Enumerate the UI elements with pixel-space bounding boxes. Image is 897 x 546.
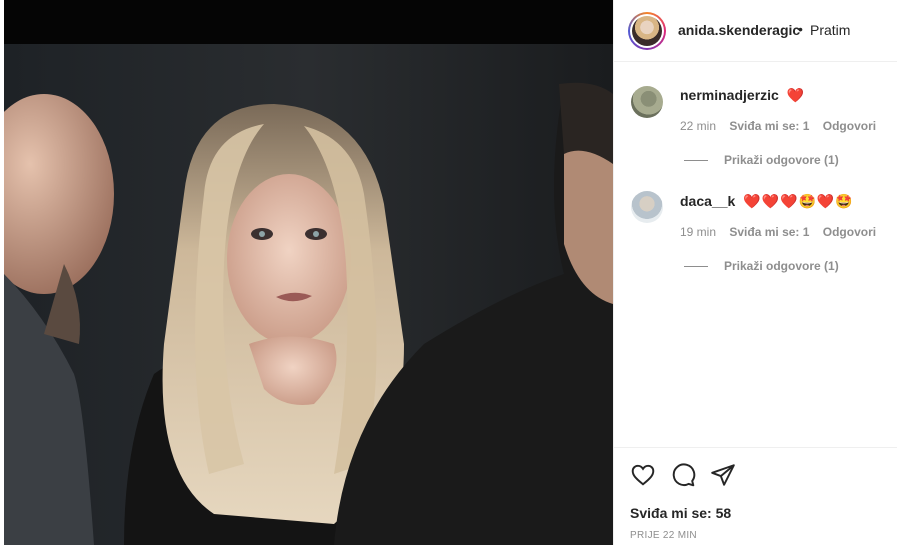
heart-icon[interactable] (630, 462, 656, 488)
cropped-caption (92, 0, 182, 5)
comment-body: ❤️❤️❤️🤩❤️🤩 (743, 193, 854, 209)
comment-time[interactable]: 19 min (680, 225, 716, 239)
replies-line (684, 160, 708, 162)
view-replies-button[interactable]: Prikaži odgovore (1) (684, 259, 839, 273)
view-replies-label: Prikaži odgovore (1) (724, 153, 839, 167)
reply-button[interactable]: Odgovori (823, 225, 876, 239)
post-timestamp[interactable]: PRIJE 22 MIN (630, 530, 697, 541)
post-photo[interactable] (4, 44, 613, 545)
comment-meta: 22 min Sviđa mi se: 1 Odgovori (680, 119, 886, 133)
header-separator: • (798, 21, 803, 37)
media-top-bar (4, 0, 613, 44)
commenter-avatar[interactable] (631, 86, 663, 118)
view-replies-label: Prikaži odgovore (1) (724, 259, 839, 273)
post-side-panel: anida.skenderagic • Pratim nerminadjerzi… (613, 0, 897, 545)
comment-icon[interactable] (670, 462, 696, 488)
comment-body: ❤️ (786, 87, 806, 103)
comment-time[interactable]: 22 min (680, 119, 716, 133)
post-actions: Sviđa mi se: 58 PRIJE 22 MIN (614, 447, 897, 546)
commenter-username[interactable]: nerminadjerzic (680, 87, 779, 103)
commenter-username[interactable]: daca__k (680, 193, 735, 209)
reply-button[interactable]: Odgovori (823, 119, 876, 133)
comment-likes[interactable]: Sviđa mi se: 1 (729, 119, 809, 133)
avatar-image (632, 16, 662, 46)
post-media[interactable] (4, 0, 613, 545)
author-avatar[interactable] (628, 12, 666, 50)
likes-count[interactable]: Sviđa mi se: 58 (630, 505, 731, 521)
follow-status-button[interactable]: Pratim (810, 22, 850, 38)
author-username[interactable]: anida.skenderagic (678, 22, 800, 38)
share-icon[interactable] (710, 462, 736, 488)
comment-meta: 19 min Sviđa mi se: 1 Odgovori (680, 225, 886, 239)
comment-text: nerminadjerzic ❤️ (680, 87, 805, 104)
replies-line (684, 266, 708, 268)
comment-likes[interactable]: Sviđa mi se: 1 (729, 225, 809, 239)
view-replies-button[interactable]: Prikaži odgovore (1) (684, 153, 839, 167)
comment-text: daca__k ❤️❤️❤️🤩❤️🤩 (680, 193, 854, 210)
post-header: anida.skenderagic • Pratim (614, 0, 897, 62)
commenter-avatar[interactable] (631, 191, 663, 223)
